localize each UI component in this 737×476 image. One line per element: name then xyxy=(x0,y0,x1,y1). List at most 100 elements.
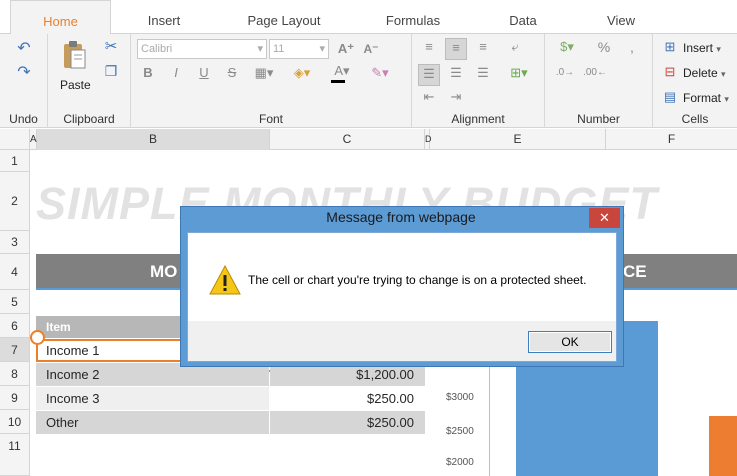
chevron-down-icon: ▾ xyxy=(319,43,325,55)
comma-style-icon[interactable]: , xyxy=(623,38,641,56)
align-center-icon[interactable]: ☰ xyxy=(445,64,467,86)
align-left-icon[interactable]: ☰ xyxy=(418,64,440,86)
clipboard-group: Paste ✂ ❐ Clipboard xyxy=(48,34,131,128)
increase-decimal-icon[interactable]: .0→ xyxy=(553,64,577,82)
alignment-group-label: Alignment xyxy=(451,112,505,126)
font-group: Calibri ▾ 11 ▾ A⁺ A⁻ B I U S ▦▾ ◈▾ A▾ ✎▾ F… xyxy=(131,34,412,128)
copy-icon[interactable]: ❐ xyxy=(102,62,120,80)
tab-page-layout[interactable]: Page Layout xyxy=(240,0,328,34)
tab-formulas[interactable]: Formulas xyxy=(380,0,446,34)
grow-font-icon[interactable]: A⁺ xyxy=(336,40,356,58)
row-header[interactable]: 8 xyxy=(0,362,30,386)
font-group-label: Font xyxy=(258,112,283,126)
row-header[interactable]: 4 xyxy=(0,254,30,290)
font-color-icon[interactable]: A▾ xyxy=(329,62,355,80)
wrap-text-icon[interactable]: ⤶ xyxy=(504,38,526,60)
row-header[interactable]: 7 xyxy=(0,338,30,362)
clear-format-icon[interactable]: ✎▾ xyxy=(367,64,393,82)
close-button[interactable]: ✕ xyxy=(589,208,620,228)
chevron-down-icon: ▾ xyxy=(716,44,721,54)
column-header-f[interactable]: F xyxy=(606,129,737,150)
column-header-a[interactable]: A xyxy=(30,129,37,150)
insert-cells-icon: ⊞ xyxy=(664,39,676,54)
close-icon: ✕ xyxy=(599,210,610,225)
ok-button[interactable]: OK xyxy=(528,331,612,353)
row-header[interactable]: 5 xyxy=(0,290,30,314)
format-button[interactable]: Format ▾ xyxy=(683,89,729,108)
font-name-value: Calibri xyxy=(141,43,173,55)
tab-home[interactable]: Home xyxy=(10,0,111,35)
increase-indent-icon[interactable]: ⇥ xyxy=(445,88,467,106)
selection-handle[interactable] xyxy=(30,330,45,345)
column-header-c[interactable]: C xyxy=(270,129,425,150)
dialog-message: The cell or chart you're trying to chang… xyxy=(248,273,587,287)
strikethrough-icon[interactable]: S xyxy=(223,64,241,82)
header-band-right-text: CE xyxy=(623,262,647,281)
table-header-item: Item xyxy=(46,320,71,334)
item-label[interactable]: Other xyxy=(46,411,79,434)
ribbon: ↶ ↷ Undo Paste ✂ ❐ Clipboard Calibri ▾ 11… xyxy=(0,34,737,128)
fill-color-icon[interactable]: ◈▾ xyxy=(289,64,315,82)
warning-icon xyxy=(208,264,242,296)
paste-button[interactable]: Paste xyxy=(60,78,91,92)
italic-icon[interactable]: I xyxy=(167,64,185,82)
delete-label: Delete xyxy=(683,66,718,80)
axis-tick-label: $2500 xyxy=(446,426,474,437)
redo-icon[interactable]: ↷ xyxy=(14,64,34,82)
borders-icon[interactable]: ▦▾ xyxy=(251,64,277,82)
item-label[interactable]: Income 3 xyxy=(46,387,99,410)
font-size-value: 11 xyxy=(273,43,285,55)
decrease-decimal-icon[interactable]: .00← xyxy=(583,64,607,82)
merge-center-icon[interactable]: ⊞▾ xyxy=(504,64,534,86)
row-header[interactable]: 10 xyxy=(0,410,30,434)
row-header[interactable]: 1 xyxy=(0,150,30,172)
font-size-select[interactable]: 11 ▾ xyxy=(269,39,329,59)
column-headers: A B C D E F xyxy=(0,129,737,150)
undo-icon[interactable]: ↶ xyxy=(14,40,34,58)
undo-group-label: Undo xyxy=(9,112,38,126)
undo-group: ↶ ↷ Undo xyxy=(0,34,48,128)
row-header[interactable]: 9 xyxy=(0,386,30,410)
item-label[interactable]: Income 2 xyxy=(46,363,99,386)
column-header-e[interactable]: E xyxy=(430,129,606,150)
row-header[interactable]: 6 xyxy=(0,314,30,338)
align-middle-icon[interactable]: ≡ xyxy=(445,38,467,60)
shrink-font-icon[interactable]: A⁻ xyxy=(361,40,381,58)
chart-bar-orange[interactable] xyxy=(709,416,737,476)
currency-icon[interactable]: $▾ xyxy=(553,38,581,56)
delete-button[interactable]: Delete ▾ xyxy=(683,64,726,83)
underline-icon[interactable]: U xyxy=(195,64,213,82)
select-all-corner[interactable] xyxy=(0,129,30,150)
axis-tick-label: $2000 xyxy=(446,457,474,468)
cells-group: ⊞ Insert ▾ ⊟ Delete ▾ ▤ Format ▾ Cells xyxy=(653,34,737,128)
chevron-down-icon: ▾ xyxy=(724,94,729,104)
clipboard-group-label: Clipboard xyxy=(63,112,115,126)
cut-icon[interactable]: ✂ xyxy=(102,38,120,56)
percent-icon[interactable]: % xyxy=(595,38,613,56)
paste-icon[interactable] xyxy=(62,40,86,70)
decrease-indent-icon[interactable]: ⇤ xyxy=(418,88,440,106)
insert-button[interactable]: Insert ▾ xyxy=(683,39,721,58)
dialog-title: Message from webpage xyxy=(326,209,476,225)
insert-label: Insert xyxy=(683,41,714,55)
row-header[interactable]: 2 xyxy=(0,172,30,231)
tab-data[interactable]: Data xyxy=(500,0,546,34)
item-value[interactable]: $250.00 xyxy=(270,411,414,434)
item-value[interactable]: $250.00 xyxy=(270,387,414,410)
number-group: $▾ % , .0→ .00← Number xyxy=(545,34,653,128)
column-header-b[interactable]: B xyxy=(37,129,270,150)
align-bottom-icon[interactable]: ≡ xyxy=(472,38,494,60)
row-header[interactable]: 11 xyxy=(0,434,30,476)
format-label: Format xyxy=(683,91,722,105)
bold-icon[interactable]: B xyxy=(139,64,157,82)
dialog-footer: OK xyxy=(188,321,616,361)
tab-view[interactable]: View xyxy=(600,0,642,34)
align-right-icon[interactable]: ☰ xyxy=(472,64,494,86)
delete-cells-icon: ⊟ xyxy=(664,64,676,79)
number-group-label: Number xyxy=(577,112,620,126)
format-cells-icon: ▤ xyxy=(663,89,677,104)
tab-insert[interactable]: Insert xyxy=(128,0,200,34)
font-name-select[interactable]: Calibri ▾ xyxy=(137,39,267,59)
align-top-icon[interactable]: ≡ xyxy=(418,38,440,60)
row-header[interactable]: 3 xyxy=(0,231,30,254)
